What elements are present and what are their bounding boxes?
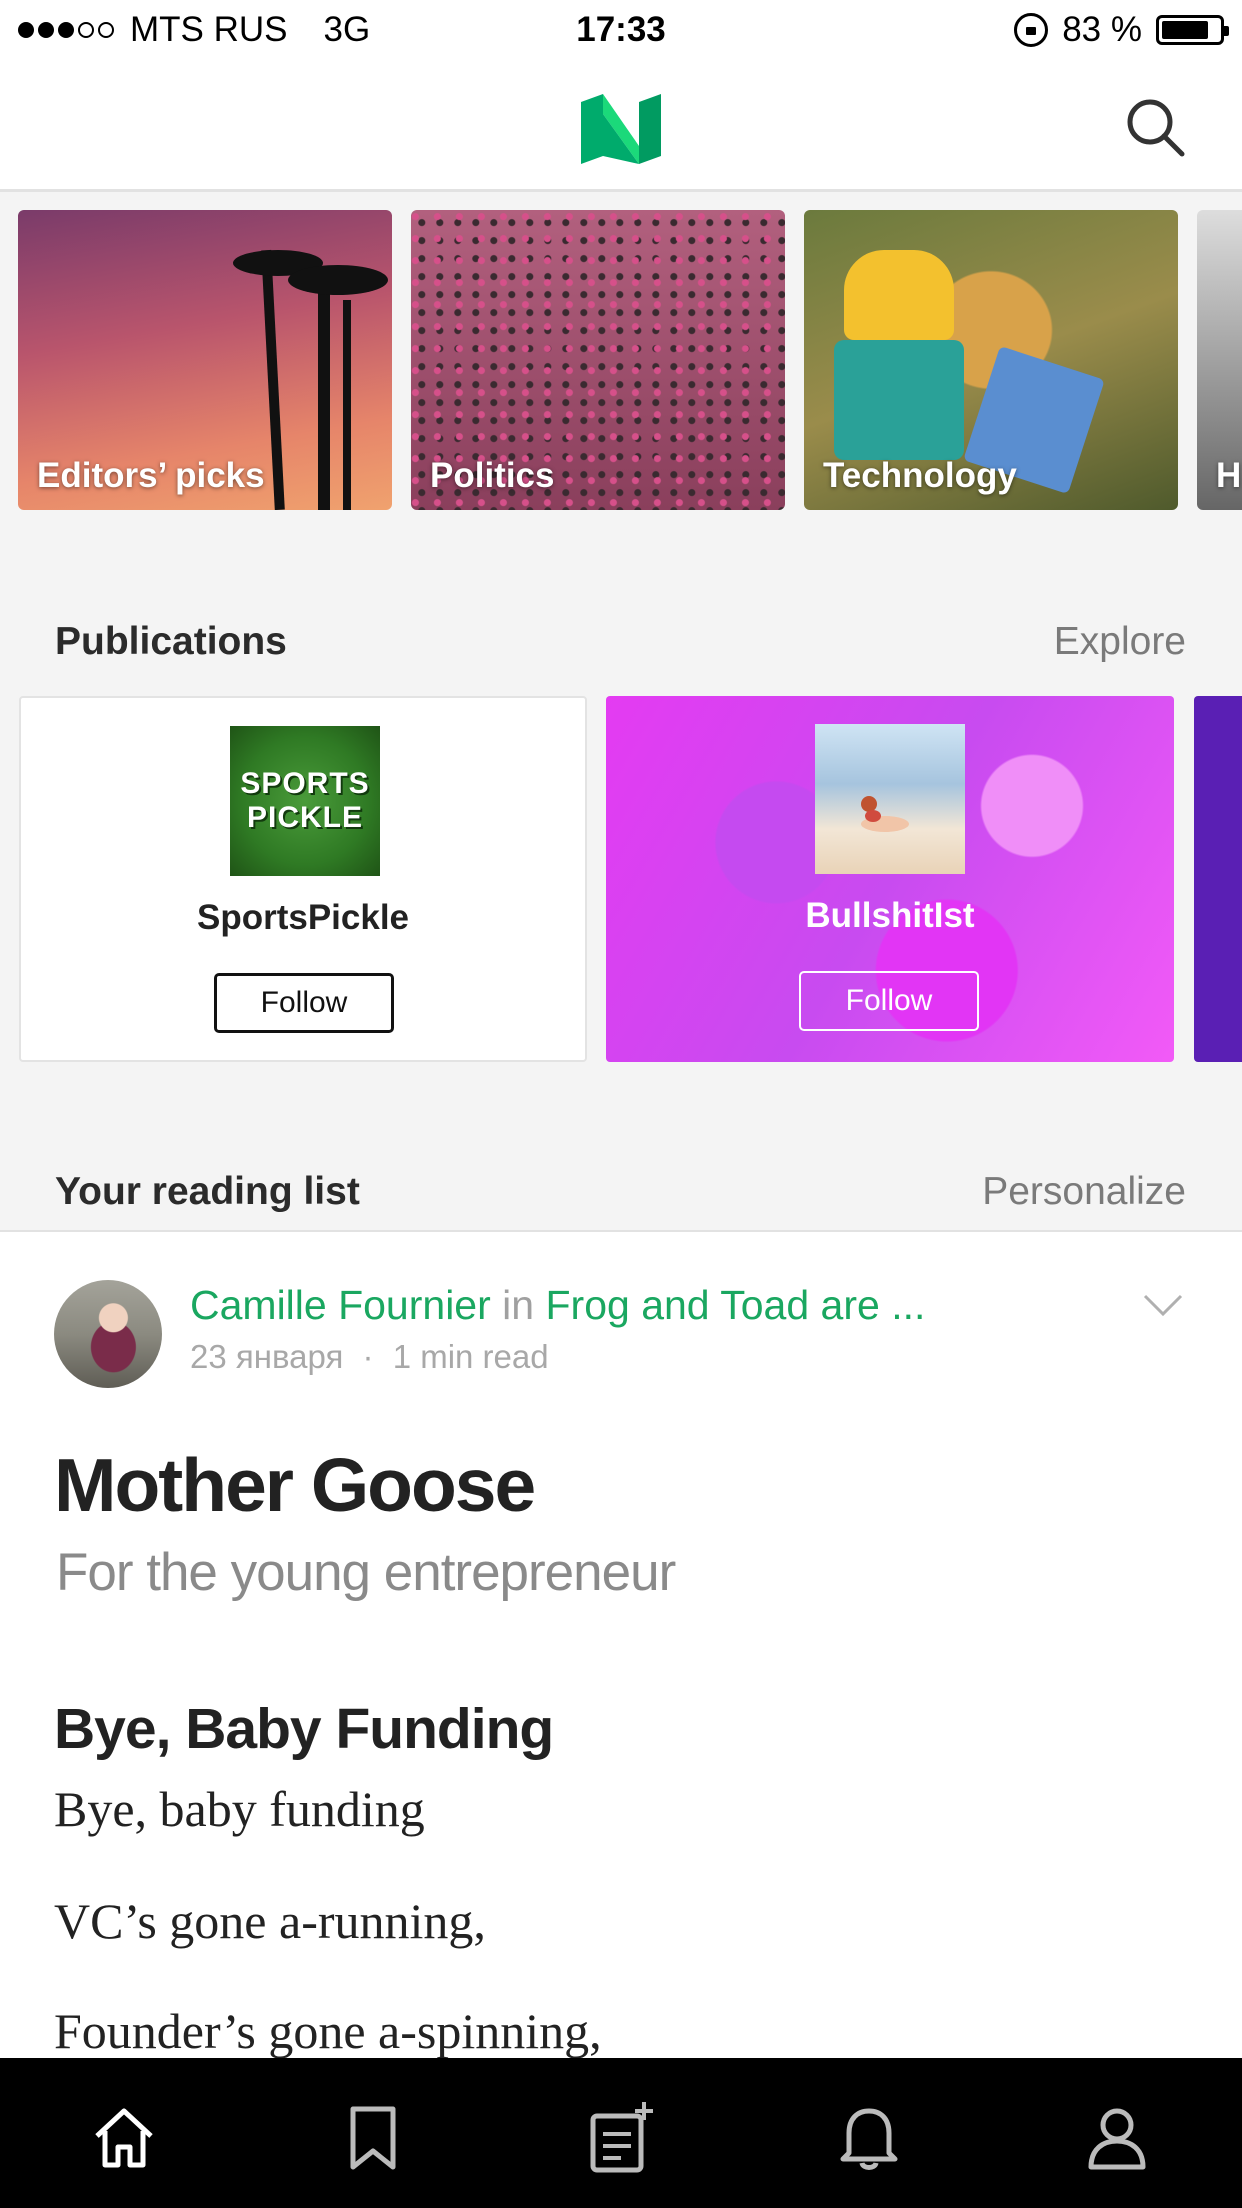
- battery-percent: 83 %: [1062, 10, 1142, 49]
- article-line: Founder’s gone a-spinning,: [54, 2003, 602, 2058]
- read-time: 1 min read: [392, 1338, 549, 1375]
- logo-text: PICKLE: [246, 801, 363, 834]
- battery-icon: [1156, 15, 1229, 45]
- topic-label: Technology: [823, 456, 1017, 495]
- author-link[interactable]: Camille Fournier: [190, 1282, 491, 1328]
- personalize-link[interactable]: Personalize: [982, 1170, 1186, 1214]
- write-story-icon: [590, 2102, 653, 2173]
- publications-title: Publications: [55, 620, 287, 663]
- topic-tile-technology[interactable]: Technology: [804, 210, 1178, 510]
- avatar[interactable]: [54, 1280, 162, 1388]
- article-title: Mother Goose: [54, 1443, 536, 1527]
- meta-separator: ·: [362, 1338, 374, 1375]
- nav-profile[interactable]: [1077, 2098, 1157, 2178]
- home-icon: [95, 2108, 153, 2168]
- sportspickle-logo: SPORTS PICKLE: [230, 726, 380, 876]
- lego-figure-head: [844, 250, 954, 340]
- article-line: Bye, baby funding: [54, 1781, 425, 1837]
- publication-card-partial[interactable]: [1194, 696, 1242, 1062]
- medium-logo-icon[interactable]: [581, 94, 661, 164]
- article-byline: Camille Fournier in Frog and Toad are ..…: [190, 1282, 925, 1329]
- article-date: 23 января: [190, 1338, 344, 1375]
- palm-tree: [343, 300, 351, 510]
- article-meta: 23 января · 1 min read: [190, 1338, 549, 1376]
- publications-carousel: SPORTS PICKLE SportsPickle Follow Bullsh…: [0, 696, 1242, 1062]
- publication-name: SportsPickle: [196, 898, 410, 937]
- lego-figure-body: [834, 340, 964, 460]
- profile-icon: [1088, 2108, 1146, 2170]
- topic-label: H: [1216, 456, 1242, 495]
- palm-tree: [288, 265, 388, 295]
- topic-tile-partial[interactable]: H: [1197, 210, 1242, 510]
- pinup-figure-icon: [861, 796, 909, 832]
- publication-card-sportspickle[interactable]: SPORTS PICKLE SportsPickle Follow: [19, 696, 587, 1062]
- article-card[interactable]: Camille Fournier in Frog and Toad are ..…: [0, 1232, 1242, 2058]
- rotation-lock-icon: [1014, 13, 1049, 47]
- status-right: 83 %: [1014, 10, 1229, 50]
- publications-header: Publications Explore: [0, 600, 1242, 680]
- status-bar: MTS RUS 3G 17:33 83 %: [0, 0, 1242, 62]
- battery-fill: [1162, 21, 1209, 39]
- bookmark-icon: [350, 2106, 396, 2170]
- publication-name: BullshitIst: [805, 896, 975, 935]
- topics-carousel: Editors’ picks Politics Technology H: [0, 210, 1242, 510]
- bullshitist-logo: [815, 724, 965, 874]
- nav-bookmarks[interactable]: [333, 2098, 413, 2178]
- app-header: [0, 62, 1242, 192]
- palm-tree: [318, 270, 330, 510]
- follow-button[interactable]: Follow: [799, 971, 979, 1031]
- topic-label: Politics: [430, 456, 555, 495]
- publication-link[interactable]: Frog and Toad are ...: [546, 1282, 926, 1328]
- reading-list-header: Your reading list Personalize: [0, 1150, 1242, 1230]
- publication-card-bullshitist[interactable]: BullshitIst Follow: [606, 696, 1174, 1062]
- topic-tile-politics[interactable]: Politics: [411, 210, 785, 510]
- logo-text: SPORTS: [240, 767, 370, 800]
- nav-notifications[interactable]: [829, 2098, 909, 2178]
- explore-link[interactable]: Explore: [1054, 620, 1186, 664]
- article-heading: Bye, Baby Funding: [54, 1697, 554, 1761]
- article-subtitle: For the young entrepreneur: [56, 1543, 676, 1602]
- reading-list-title: Your reading list: [55, 1170, 360, 1213]
- follow-button[interactable]: Follow: [214, 973, 394, 1033]
- topic-label: Editors’ picks: [37, 456, 265, 495]
- search-icon[interactable]: [1120, 92, 1192, 164]
- byline-in: in: [502, 1282, 535, 1328]
- chevron-down-icon[interactable]: [1142, 1290, 1184, 1320]
- notifications-icon: [840, 2108, 898, 2170]
- article-line: VC’s gone a-running,: [54, 1893, 486, 1949]
- topic-tile-editors-picks[interactable]: Editors’ picks: [18, 210, 392, 510]
- nav-home[interactable]: [84, 2098, 164, 2178]
- bottom-nav: [0, 2058, 1242, 2208]
- nav-write-story[interactable]: [583, 2098, 663, 2178]
